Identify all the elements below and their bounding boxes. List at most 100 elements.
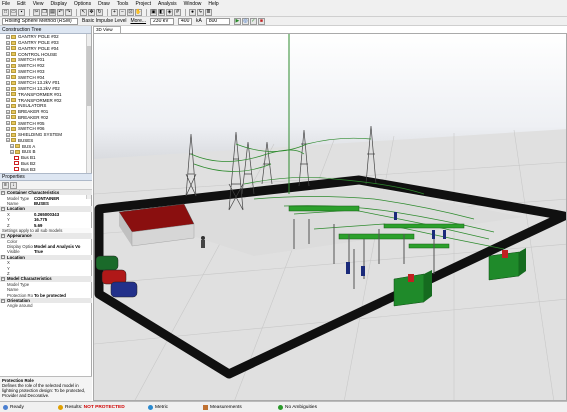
expand-icon[interactable]: +	[6, 132, 10, 137]
expand-icon[interactable]: +	[6, 63, 10, 68]
property-value[interactable]: 0.265000343	[33, 212, 92, 217]
redo-icon[interactable]: ↷	[65, 8, 72, 16]
grid-icon[interactable]: #	[174, 8, 181, 16]
cut-icon[interactable]: ✂	[33, 8, 40, 16]
property-value[interactable]: BUSES	[33, 201, 92, 206]
expand-icon[interactable]: +	[6, 138, 10, 143]
stop-icon[interactable]: ■	[257, 17, 265, 25]
collapse-icon[interactable]: −	[1, 190, 5, 195]
3d-viewport[interactable]	[93, 33, 567, 401]
expand-icon[interactable]: +	[6, 109, 10, 114]
expand-icon[interactable]: +	[6, 57, 10, 62]
tree-item-label: SWITCH #03	[18, 68, 45, 74]
expand-icon[interactable]: +	[6, 126, 10, 131]
expand-icon[interactable]: +	[6, 69, 10, 74]
value-input[interactable]: 800	[205, 17, 230, 25]
rotate-icon[interactable]: ↻	[96, 8, 103, 16]
sphere-icon[interactable]: ●	[189, 8, 196, 16]
property-value[interactable]: 5.69	[33, 223, 92, 228]
menu-item-view[interactable]: View	[33, 1, 44, 7]
property-value[interactable]: CONTAINER	[33, 196, 92, 201]
menu-item-edit[interactable]: Edit	[17, 1, 26, 7]
save-icon[interactable]: ▪	[18, 8, 25, 16]
tab-3d-view[interactable]: 3D View	[93, 26, 121, 33]
paste-icon[interactable]: ▤	[49, 8, 56, 16]
view-3d-icon[interactable]: ◈	[166, 8, 173, 16]
alphabetical-icon[interactable]: ↓	[10, 181, 17, 189]
globe-icon[interactable]: ◎	[241, 17, 249, 25]
expand-icon[interactable]: +	[6, 52, 10, 57]
expand-icon[interactable]: +	[6, 121, 10, 126]
property-value[interactable]: Model and Analysis Vo	[33, 244, 92, 249]
tree-item-label: GANTRY POLE #04	[18, 45, 59, 51]
check-icon	[278, 404, 283, 410]
property-value[interactable]: To be protected	[33, 293, 92, 298]
menu-item-display[interactable]: Display	[50, 1, 66, 7]
current-unit: kA	[196, 18, 202, 24]
property-row[interactable]: Y 16.775	[0, 217, 92, 222]
analysis-method-select[interactable]: Rolling Sphere Method (RSM)	[2, 17, 78, 25]
property-value[interactable]: 16.775	[33, 217, 92, 222]
report-icon[interactable]: ≣	[205, 8, 212, 16]
expand-icon[interactable]: +	[6, 75, 10, 80]
copy-icon[interactable]: ❐	[41, 8, 48, 16]
kv-select[interactable]: 230 kV	[150, 17, 175, 25]
tree-scroll-thumb[interactable]	[87, 46, 91, 106]
property-row[interactable]: Display Option Model and Analysis Vo	[0, 244, 92, 249]
more-link[interactable]: More...	[130, 18, 146, 24]
status-ready: Ready	[0, 403, 55, 412]
menu-item-project[interactable]: Project	[135, 1, 151, 7]
expand-icon[interactable]: +	[6, 103, 10, 108]
expand-icon[interactable]: +	[6, 92, 10, 97]
folder-icon	[11, 46, 16, 51]
zoom-out-icon[interactable]: −	[119, 8, 126, 16]
property-row[interactable]: X 0.265000343	[0, 212, 92, 217]
expand-icon[interactable]: +	[6, 80, 10, 85]
menu-item-window[interactable]: Window	[184, 1, 202, 7]
expand-icon[interactable]: +	[6, 98, 10, 103]
expand-icon[interactable]: +	[6, 115, 10, 120]
property-row[interactable]: Model Type CONTAINER	[0, 195, 92, 201]
select-icon[interactable]: ↖	[80, 8, 87, 16]
lightning-icon[interactable]: ϟ	[197, 8, 204, 16]
property-value[interactable]: True	[33, 249, 92, 254]
zoom-fit-icon[interactable]: ⊡	[127, 8, 134, 16]
expand-icon[interactable]: +	[6, 46, 10, 51]
move-icon[interactable]: ✥	[88, 8, 95, 16]
menu-item-file[interactable]: File	[2, 1, 10, 7]
run-analysis-icon[interactable]: ▶	[233, 17, 241, 25]
expand-icon[interactable]: +	[6, 34, 10, 39]
categorized-icon[interactable]: ≡	[2, 181, 9, 189]
undo-icon[interactable]: ↶	[57, 8, 64, 16]
pan-icon[interactable]: ✋	[135, 8, 142, 16]
menu-item-tools[interactable]: Tools	[117, 1, 129, 7]
collapse-icon[interactable]: −	[1, 276, 5, 281]
check-icon[interactable]: ✓	[249, 17, 257, 25]
property-row[interactable]: Protection RoleTo be protected	[0, 292, 92, 298]
collapse-icon[interactable]: −	[1, 298, 5, 303]
property-name: Model Type	[7, 195, 30, 201]
menu-item-draw[interactable]: Draw	[98, 1, 110, 7]
menu-item-analysis[interactable]: Analysis	[158, 1, 177, 7]
new-file-icon[interactable]: □	[2, 8, 9, 16]
collapse-icon[interactable]: −	[1, 233, 5, 238]
tree-item-label: BUSES	[18, 137, 34, 143]
expand-icon[interactable]: +	[6, 86, 10, 91]
collapse-icon[interactable]: −	[1, 206, 5, 211]
open-icon[interactable]: ▭	[10, 8, 17, 16]
property-row[interactable]: Angle around Z	[0, 303, 92, 308]
menu-item-options[interactable]: Options	[74, 1, 91, 7]
view-top-icon[interactable]: ▣	[150, 8, 157, 16]
collapse-icon[interactable]: −	[1, 255, 5, 260]
property-row[interactable]: Visible True	[0, 249, 92, 254]
current-input[interactable]: 400	[178, 17, 193, 25]
menu-item-help[interactable]: Help	[208, 1, 218, 7]
expand-icon[interactable]: +	[10, 144, 14, 149]
property-row[interactable]: Z 5.69	[0, 222, 92, 228]
expand-icon[interactable]: +	[6, 40, 10, 45]
folder-icon	[11, 57, 16, 62]
view-front-icon[interactable]: ◧	[158, 8, 165, 16]
expand-icon[interactable]: +	[10, 149, 14, 154]
property-row[interactable]: Name BUSES	[0, 201, 92, 206]
zoom-in-icon[interactable]: +	[111, 8, 118, 16]
